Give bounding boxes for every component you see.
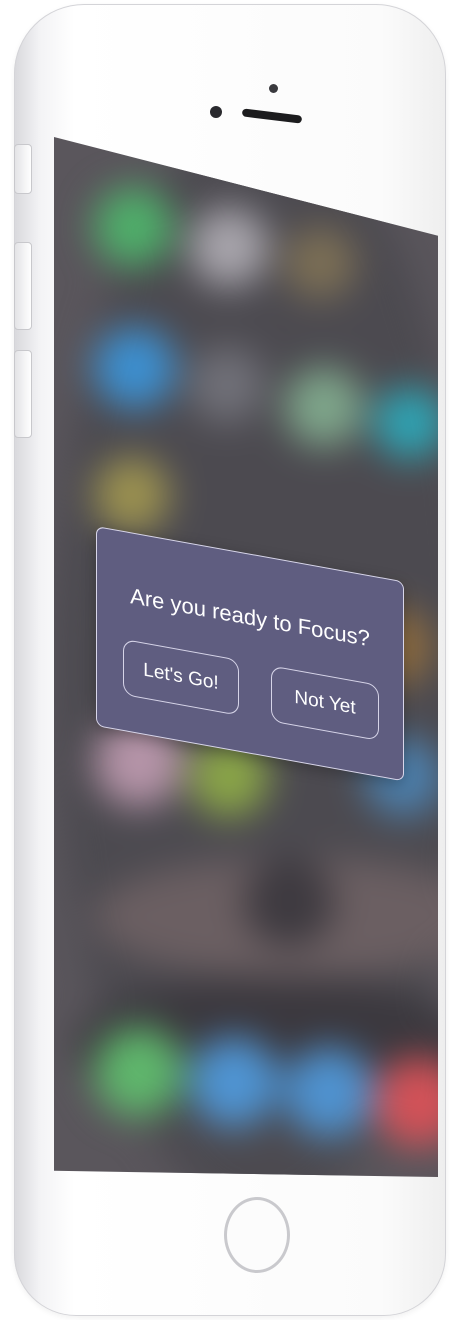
volume-up-button[interactable]: [14, 242, 32, 330]
camera-icon: [210, 106, 222, 118]
home-button-icon[interactable]: [224, 1197, 290, 1273]
speaker-grille-icon: [241, 108, 303, 124]
lets-go-button[interactable]: Let's Go!: [123, 638, 239, 716]
not-yet-button[interactable]: Not Yet: [271, 665, 379, 741]
mute-switch[interactable]: [14, 144, 32, 194]
volume-down-button[interactable]: [14, 350, 32, 438]
proximity-sensor-icon: [269, 84, 278, 93]
